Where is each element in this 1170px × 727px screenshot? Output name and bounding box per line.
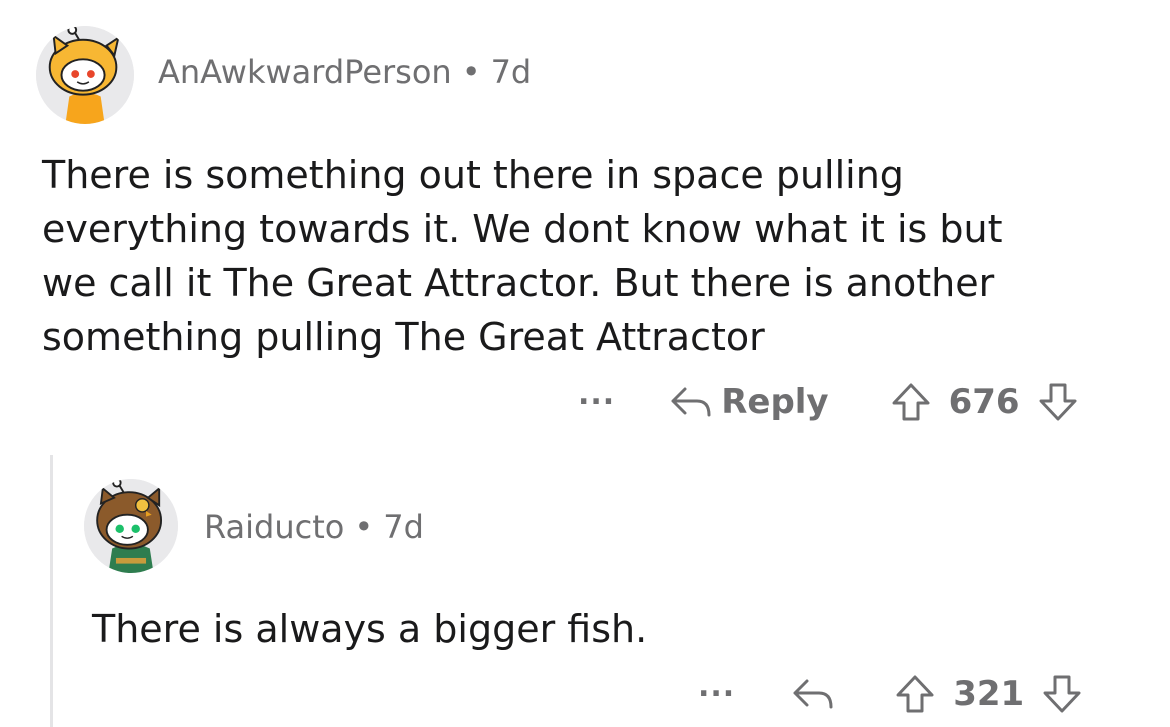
comment-age: 7d [383, 508, 424, 546]
more-options-button[interactable]: ... [698, 672, 735, 716]
username-link[interactable]: Raiducto [204, 508, 344, 546]
comment-body-line: everything towards it. We dont know what… [42, 207, 1003, 251]
comment-actions: ... 321 [698, 670, 1082, 718]
vote-count: 321 [953, 674, 1025, 714]
vote-controls: 321 [895, 674, 1082, 714]
comment-meta: Raiducto • 7d [204, 508, 424, 546]
avatar[interactable] [84, 479, 178, 573]
comment-body: There is something out there in space pu… [42, 148, 1003, 364]
reply-arrow-icon [793, 679, 833, 709]
downvote-arrow-icon[interactable] [1042, 674, 1082, 714]
reply-arrow-icon [671, 387, 711, 417]
more-options-button[interactable]: ... [578, 380, 615, 424]
upvote-arrow-icon[interactable] [891, 382, 931, 422]
vote-controls: 676 [891, 382, 1078, 422]
reply-label: Reply [721, 382, 829, 422]
comment-body: There is always a bigger fish. [92, 602, 647, 656]
downvote-arrow-icon[interactable] [1038, 382, 1078, 422]
reply-button[interactable]: Reply [669, 382, 829, 422]
meta-separator: • [354, 508, 374, 546]
comment-actions: ... Reply 676 [578, 378, 1078, 426]
snoo-avatar-owl-hood-icon [84, 479, 178, 573]
comment-body-line: There is always a bigger fish. [92, 607, 648, 651]
upvote-arrow-icon[interactable] [895, 674, 935, 714]
snoo-avatar-shiba-hood-icon [36, 26, 134, 124]
vote-count: 676 [948, 382, 1020, 422]
comment-age: 7d [490, 53, 532, 91]
comment-meta: AnAwkwardPerson • 7d [158, 53, 531, 91]
comment-body-line: we call it The Great Attractor. But ther… [42, 261, 995, 305]
username-link[interactable]: AnAwkwardPerson [158, 53, 452, 91]
reply-button[interactable] [791, 677, 835, 711]
meta-separator: • [461, 53, 481, 91]
avatar[interactable] [36, 26, 134, 124]
comment-body-line: There is something out there in space pu… [42, 153, 904, 197]
comment-body-line: something pulling The Great Attractor [42, 315, 765, 359]
thread-line[interactable] [50, 455, 53, 727]
